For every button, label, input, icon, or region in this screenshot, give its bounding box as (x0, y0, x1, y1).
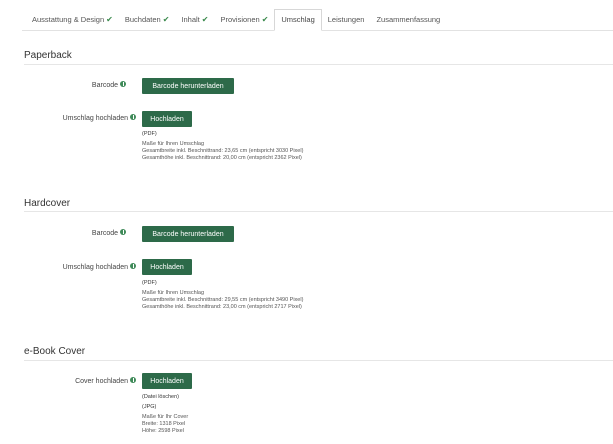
dimensions-title: Maße für Ihr Cover (142, 414, 189, 420)
tab-umschlag[interactable]: Umschlag (274, 8, 322, 31)
tab-label: Ausstattung & Design (32, 14, 105, 24)
label-text: Umschlag hochladen (62, 115, 128, 122)
tab-leistungen[interactable]: Leistungen (322, 8, 371, 30)
paperback-notes: (PDF) Maße für Ihren Umschlag Gesamtbrei… (142, 131, 303, 162)
tab-provisionen[interactable]: Provisionen ✔ (214, 8, 274, 30)
dimensions-title: Maße für Ihren Umschlag (142, 141, 205, 147)
label-text: Umschlag hochladen (62, 264, 128, 271)
info-icon[interactable] (130, 263, 136, 270)
height-info: Gesamthöhe inkl. Beschnittrand: 23,00 cm… (142, 304, 302, 310)
info-icon[interactable] (120, 81, 126, 88)
tab-label: Provisionen (220, 14, 260, 24)
delete-file-link[interactable]: (Datei löschen) (142, 394, 188, 401)
tab-label: Leistungen (327, 14, 365, 24)
cover-upload-label: Umschlag hochladen (16, 114, 136, 122)
tab-inhalt[interactable]: Inhalt ✔ (175, 8, 214, 30)
section-divider (24, 360, 613, 361)
section-divider (24, 211, 613, 212)
upload-button[interactable]: Hochladen (142, 259, 192, 275)
tab-label: Inhalt (181, 14, 200, 24)
tab-buchdaten[interactable]: Buchdaten ✔ (119, 8, 176, 30)
cover-upload-label: Umschlag hochladen (16, 263, 136, 271)
section-title-ebook-cover: e-Book Cover (24, 346, 86, 357)
file-format: (JPG) (142, 404, 157, 410)
width-info: Gesamtbreite inkl. Beschnittrand: 29,55 … (142, 297, 304, 303)
width-info: Gesamtbreite inkl. Beschnittrand: 23,65 … (142, 148, 304, 154)
info-icon[interactable] (130, 114, 136, 121)
width-info: Breite: 1318 Pixel (142, 421, 186, 427)
ebook-notes: (Datei löschen) (JPG) Maße für Ihr Cover… (142, 394, 188, 435)
barcode-label: Barcode (6, 229, 126, 237)
label-text: Barcode (91, 82, 118, 89)
label-text: Barcode (91, 230, 118, 237)
cover-upload-label: Cover hochladen (16, 377, 136, 385)
tab-ausstattung-design[interactable]: Ausstattung & Design ✔ (22, 8, 119, 30)
section-divider (24, 64, 613, 65)
section-title-paperback: Paperback (24, 50, 72, 61)
info-icon[interactable] (120, 229, 126, 236)
check-icon: ✔ (201, 14, 209, 24)
barcode-download-button[interactable]: Barcode herunterladen (142, 78, 234, 94)
dimensions-title: Maße für Ihren Umschlag (142, 290, 205, 296)
height-info: Gesamthöhe inkl. Beschnittrand: 20,00 cm… (142, 155, 302, 161)
height-info: Höhe: 2598 Pixel (142, 428, 184, 434)
upload-button[interactable]: Hochladen (142, 111, 192, 127)
check-icon: ✔ (162, 14, 170, 24)
barcode-download-button[interactable]: Barcode herunterladen (142, 226, 234, 242)
hardcover-notes: (PDF) Maße für Ihren Umschlag Gesamtbrei… (142, 280, 303, 311)
upload-button[interactable]: Hochladen (142, 373, 192, 389)
check-icon: ✔ (106, 14, 113, 24)
tab-bar: Ausstattung & Design ✔ Buchdaten ✔ Inhal… (22, 8, 613, 31)
file-format: (PDF) (142, 131, 157, 137)
label-text: Cover hochladen (75, 378, 128, 385)
tab-label: Zusammenfassung (376, 14, 441, 24)
tab-label: Buchdaten (124, 14, 161, 24)
tab-label: Umschlag (281, 15, 315, 24)
file-format: (PDF) (142, 280, 157, 286)
check-icon: ✔ (261, 14, 269, 24)
barcode-label: Barcode (6, 81, 126, 89)
section-title-hardcover: Hardcover (24, 198, 71, 209)
tab-zusammenfassung[interactable]: Zusammenfassung (370, 8, 446, 30)
info-icon[interactable] (130, 377, 136, 384)
